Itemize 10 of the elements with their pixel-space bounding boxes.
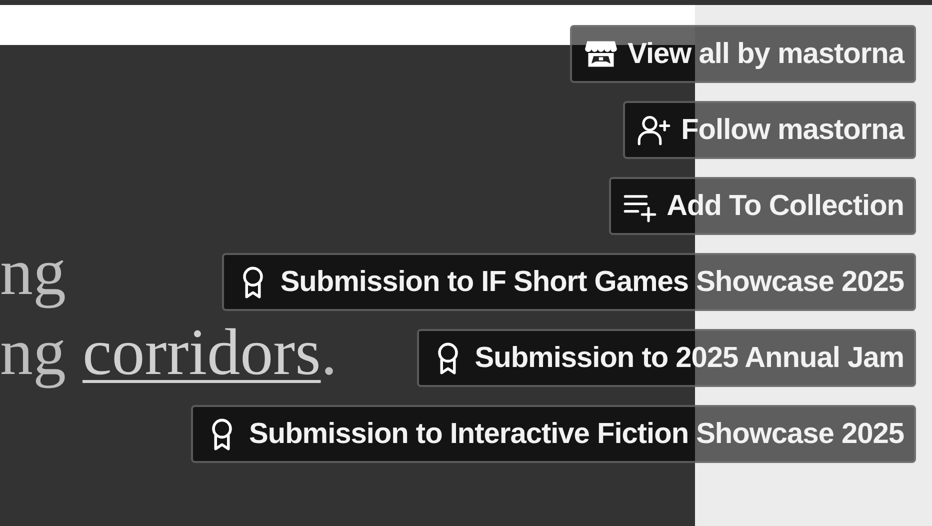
add-user-icon <box>637 113 672 147</box>
jam-submission-button[interactable]: Submission to IF Short Games Showcase 2025 <box>222 253 916 311</box>
jam-submission-button[interactable]: Submission to 2025 Annual Jam <box>416 329 916 387</box>
description-text: ng <box>0 235 66 311</box>
view-all-button[interactable]: View all by mastorna <box>570 25 916 83</box>
corridors-link[interactable]: corridors <box>82 316 321 389</box>
jam-submission-button[interactable]: Submission to Interactive Fiction Showcase 2025 <box>191 405 916 463</box>
add-to-collection-button[interactable]: Add To Collection <box>608 177 916 235</box>
follow-button[interactable]: Follow mastorna <box>623 101 916 159</box>
description-text: ng corridors. <box>0 315 338 391</box>
